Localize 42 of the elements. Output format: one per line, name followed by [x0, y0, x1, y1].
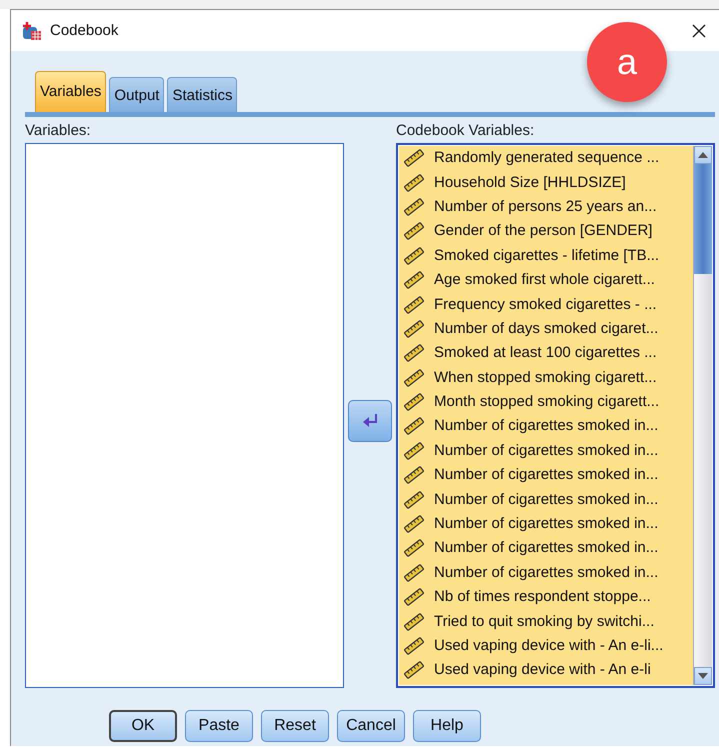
variable-item[interactable]: Used vaping device with - An e-li...	[434, 637, 664, 655]
list-label: Codebook Variables:	[396, 121, 536, 141]
variable-item[interactable]: Number of cigarettes smoked in...	[434, 490, 658, 509]
window-title: Codebook	[50, 22, 118, 39]
left-arrow-icon	[361, 412, 379, 430]
tab[interactable]: Variables	[35, 71, 106, 112]
dialog-button[interactable]: Help	[413, 710, 481, 742]
app-icon	[22, 20, 42, 40]
dialog-button[interactable]: Reset	[261, 710, 329, 742]
close-icon[interactable]	[691, 22, 707, 38]
target-list[interactable]	[396, 143, 715, 688]
up-arrow-icon[interactable]	[698, 152, 708, 158]
variable-item[interactable]: Number of cigarettes smoked in...	[434, 539, 658, 558]
dialog-button[interactable]: Cancel	[337, 710, 405, 742]
scrollbar-thumb[interactable]	[694, 164, 712, 274]
variable-item[interactable]: Nb of times respondent stoppe...	[434, 588, 651, 606]
move-button[interactable]	[348, 400, 392, 442]
variable-item[interactable]: Frequency smoked cigarettes - ...	[434, 296, 657, 314]
variable-item[interactable]: Gender of the person [GENDER]	[434, 222, 652, 240]
variable-item[interactable]: Randomly generated sequence ...	[434, 149, 660, 168]
dialog-button[interactable]: OK	[109, 710, 177, 742]
variable-item[interactable]: Used vaping device with - An e-li	[434, 661, 651, 680]
variable-item[interactable]: Household Size [HHLDSIZE]	[434, 174, 626, 192]
variable-item[interactable]: Smoked at least 100 cigarettes ...	[434, 344, 657, 362]
variable-item[interactable]: Smoked cigarettes - lifetime [TB...	[434, 246, 660, 265]
variable-item[interactable]: Age smoked first whole cigarett...	[434, 271, 655, 290]
variable-item[interactable]: Tried to quit smoking by switchi...	[434, 612, 654, 631]
variable-item[interactable]: When stopped smoking cigarett...	[434, 368, 657, 387]
variable-item[interactable]: Number of cigarettes smoked in...	[434, 515, 658, 534]
variable-item[interactable]: Number of persons 25 years an...	[434, 198, 657, 216]
variable-item[interactable]: Number of cigarettes smoked in...	[434, 442, 658, 460]
dialog-button[interactable]: Paste	[185, 710, 253, 742]
tab[interactable]: Statistics	[167, 77, 238, 112]
variable-item[interactable]: Number of cigarettes smoked in...	[434, 466, 658, 484]
variable-item[interactable]: Month stopped smoking cigarett...	[434, 393, 660, 412]
scrollbar[interactable]	[693, 146, 712, 685]
down-arrow-icon[interactable]	[698, 673, 708, 679]
tab[interactable]: Output	[109, 77, 164, 112]
variable-item[interactable]: Number of days smoked cigaret...	[434, 320, 658, 338]
variable-item[interactable]: Number of cigarettes smoked in...	[434, 564, 658, 582]
variable-item[interactable]: Number of cigarettes smoked in...	[434, 417, 658, 436]
list-label: Variables:	[25, 121, 92, 141]
